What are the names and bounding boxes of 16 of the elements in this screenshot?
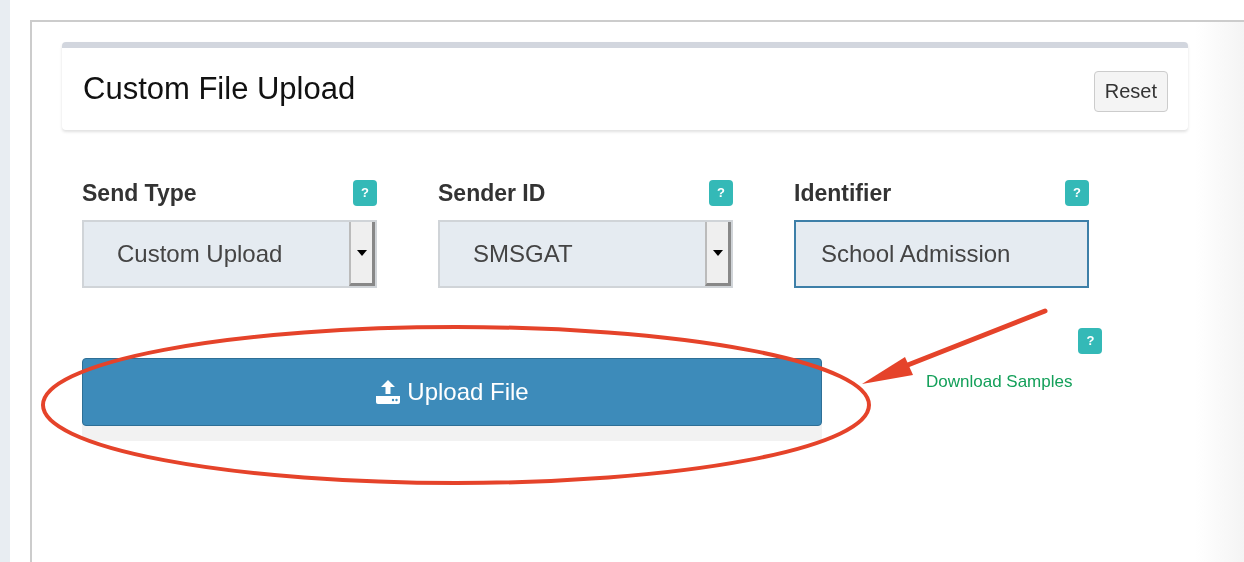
caret-icon <box>705 222 731 286</box>
card-title: Custom File Upload <box>83 71 356 107</box>
download-samples-link[interactable]: Download Samples <box>926 372 1073 392</box>
text-field[interactable]: School Admission <box>794 220 1089 288</box>
field-label: Sender ID <box>438 179 546 207</box>
dropdown-field[interactable]: Custom Upload <box>82 220 377 288</box>
upload-icon <box>375 379 402 405</box>
dropdown-field[interactable]: SMSGAT <box>438 220 733 288</box>
help-badge[interactable]: ? <box>353 180 377 206</box>
reset-button[interactable]: Reset <box>1093 70 1168 112</box>
help-badge[interactable]: ? <box>1078 328 1103 354</box>
help-badge[interactable]: ? <box>709 180 733 206</box>
field-label: Identifier <box>794 179 892 207</box>
caret-icon <box>349 222 375 286</box>
help-badge[interactable]: ? <box>1065 180 1089 206</box>
field-label: Send Type <box>82 179 197 207</box>
